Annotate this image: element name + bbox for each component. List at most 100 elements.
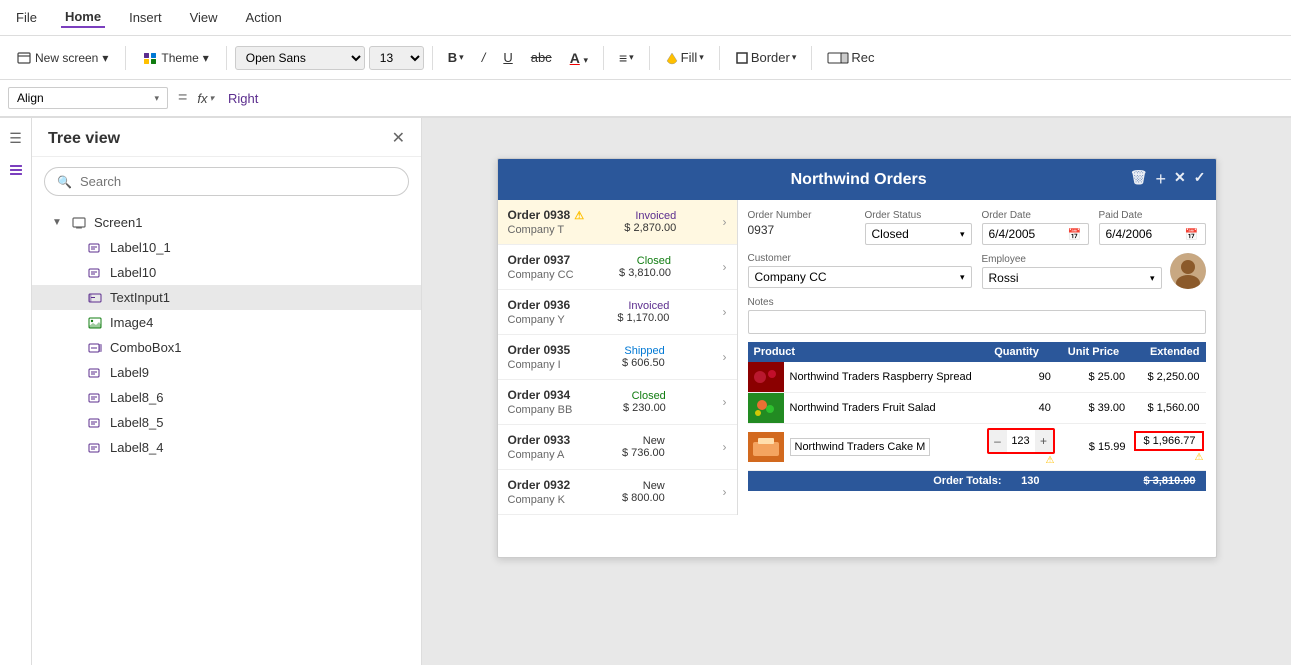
customer-dropdown-chevron-icon: ▾ — [960, 272, 965, 283]
order-company: Company T — [508, 224, 585, 236]
tree-item-label: Screen1 — [94, 215, 142, 230]
order-item-0933[interactable]: Order 0933 Company A New $ 736.00 › — [498, 425, 737, 470]
font-family-select[interactable]: Open Sans — [235, 46, 365, 70]
formula-equals: = — [174, 89, 191, 107]
main-layout: ☰ Tree view ✕ 🔍 ▼ — [0, 118, 1291, 665]
label-icon — [86, 391, 104, 405]
new-screen-button[interactable]: New screen ▾ — [8, 46, 117, 70]
order-item-0937[interactable]: Order 0937 Company CC Closed $ 3,810.00 … — [498, 245, 737, 290]
stepper-decrement-button[interactable]: – — [989, 430, 1007, 452]
tree-item-image4[interactable]: ▶ Image4 — [32, 310, 421, 335]
tree-item-label: Image4 — [110, 315, 153, 330]
tree-item-label: Label8_6 — [110, 390, 164, 405]
totals-value: $ 3,810.00 — [1116, 475, 1196, 487]
product-thumb-2 — [748, 432, 784, 462]
fill-icon — [665, 51, 679, 65]
tree-item-label10[interactable]: ▶ Label10 — [32, 260, 421, 285]
calendar2-icon: 📅 — [1185, 228, 1199, 241]
add-button[interactable]: + — [1156, 169, 1167, 190]
search-input[interactable] — [80, 174, 396, 189]
tree-item-textinput1[interactable]: ▶ TextInput1 — [32, 285, 421, 310]
menu-insert[interactable]: Insert — [125, 8, 166, 27]
order-item-0936[interactable]: Order 0936 Company Y Invoiced $ 1,170.00… — [498, 290, 737, 335]
divider-6 — [719, 46, 720, 70]
theme-icon — [143, 51, 157, 65]
order-amount: $ 800.00 — [622, 492, 665, 504]
tree-item-screen1[interactable]: ▼ Screen1 — [32, 210, 421, 235]
border-button[interactable]: Border ▾ — [728, 45, 804, 70]
col-product: Product — [748, 342, 965, 362]
tree-expand-icon: ▼ — [52, 217, 64, 228]
tree-item-label8-4[interactable]: ▶ Label8_4 — [32, 435, 421, 460]
order-item-0935[interactable]: Order 0935 Company I Shipped $ 606.50 › — [498, 335, 737, 380]
order-status-label: Order Status — [865, 210, 972, 221]
order-number: Order 0933 — [508, 433, 571, 447]
order-arrow-icon: › — [722, 485, 726, 499]
order-number-field: Order Number 0937 — [748, 210, 855, 245]
tree-item-label: TextInput1 — [110, 290, 170, 305]
menu-action[interactable]: Action — [242, 8, 286, 27]
product-name-input[interactable] — [790, 438, 930, 456]
menu-file[interactable]: File — [12, 8, 41, 27]
product-qty-1: 40 — [983, 398, 1057, 418]
strikethrough-button[interactable]: abc — [524, 45, 559, 70]
order-totals: Order Totals: 130 $ 3,810.00 — [748, 471, 1206, 491]
label-icon — [86, 241, 104, 255]
product-qty-2: – 123 + ⚠ — [985, 424, 1057, 470]
order-item-0938[interactable]: Order 0938 ⚠ Company T Invoiced $ 2,870.… — [498, 200, 737, 245]
customer-label: Customer — [748, 253, 972, 264]
product-ext-1: $ 1,560.00 — [1131, 398, 1205, 418]
align-button[interactable]: ≡ ▾ — [612, 45, 641, 71]
order-number: Order 0936 — [508, 298, 571, 312]
tree-item-label9[interactable]: ▶ Label9 — [32, 360, 421, 385]
tree-item-combobox1[interactable]: ▶ ComboBox1 — [32, 335, 421, 360]
theme-button[interactable]: Theme ▾ — [134, 46, 217, 70]
menu-home[interactable]: Home — [61, 7, 105, 28]
bold-button[interactable]: B ▾ — [441, 45, 471, 70]
rec-button[interactable]: Rec — [820, 45, 881, 70]
tree-item-label: Label8_4 — [110, 440, 164, 455]
order-status: Closed — [623, 390, 666, 402]
employee-photo — [1170, 253, 1206, 289]
quantity-stepper[interactable]: – 123 + — [987, 428, 1055, 454]
formula-name-box[interactable]: Align ▾ — [8, 87, 168, 109]
font-size-select[interactable]: 13 — [369, 46, 424, 70]
delete-button[interactable]: 🗑 — [1130, 169, 1148, 190]
confirm-button[interactable]: ✓ — [1194, 169, 1206, 190]
formula-fx-button[interactable]: fx ▾ — [197, 91, 214, 106]
hamburger-menu-icon[interactable]: ☰ — [4, 126, 28, 150]
employee-dropdown[interactable]: Rossi ▾ — [982, 267, 1162, 289]
order-arrow-icon: › — [723, 260, 727, 274]
fill-button[interactable]: Fill ▾ — [658, 45, 711, 70]
theme-chevron-icon: ▾ — [203, 51, 209, 65]
order-item-0932[interactable]: Order 0932 Company K New $ 800.00 › — [498, 470, 737, 515]
cancel-button[interactable]: ✕ — [1174, 169, 1186, 190]
paid-date-input[interactable]: 6/4/2006 📅 — [1099, 223, 1206, 245]
underline-button[interactable]: U — [496, 45, 519, 70]
border-icon — [735, 51, 749, 65]
product-ext-error: $ 1,966.77 — [1134, 431, 1204, 451]
fill-chevron-icon: ▾ — [699, 52, 704, 63]
product-thumb-0 — [748, 362, 784, 392]
stepper-increment-button[interactable]: + — [1035, 430, 1053, 452]
notes-input[interactable] — [748, 310, 1206, 334]
order-date-field: Order Date 6/4/2005 📅 — [982, 210, 1089, 245]
order-arrow-icon: › — [722, 350, 726, 364]
notes-field: Notes — [748, 297, 1206, 334]
tree-item-label8-5[interactable]: ▶ Label8_5 — [32, 410, 421, 435]
italic-button[interactable]: / — [475, 45, 493, 70]
formula-name-chevron-icon: ▾ — [154, 93, 159, 104]
order-date-input[interactable]: 6/4/2005 📅 — [982, 223, 1089, 245]
order-status-dropdown[interactable]: Closed ▾ — [865, 223, 972, 245]
tree-item-label10-1[interactable]: ▶ Label10_1 — [32, 235, 421, 260]
formula-value: Right — [220, 91, 258, 106]
order-detail: Order Number 0937 Order Status Closed ▾ … — [738, 200, 1216, 515]
tree-close-button[interactable]: ✕ — [392, 131, 405, 147]
font-color-button[interactable]: A ▾ — [563, 45, 595, 71]
layers-icon[interactable] — [4, 158, 28, 182]
order-item-0934[interactable]: Order 0934 Company BB Closed $ 230.00 › — [498, 380, 737, 425]
customer-dropdown[interactable]: Company CC ▾ — [748, 266, 972, 288]
menu-view[interactable]: View — [186, 8, 222, 27]
col-qty: Quantity — [965, 342, 1045, 362]
tree-item-label8-6[interactable]: ▶ Label8_6 — [32, 385, 421, 410]
